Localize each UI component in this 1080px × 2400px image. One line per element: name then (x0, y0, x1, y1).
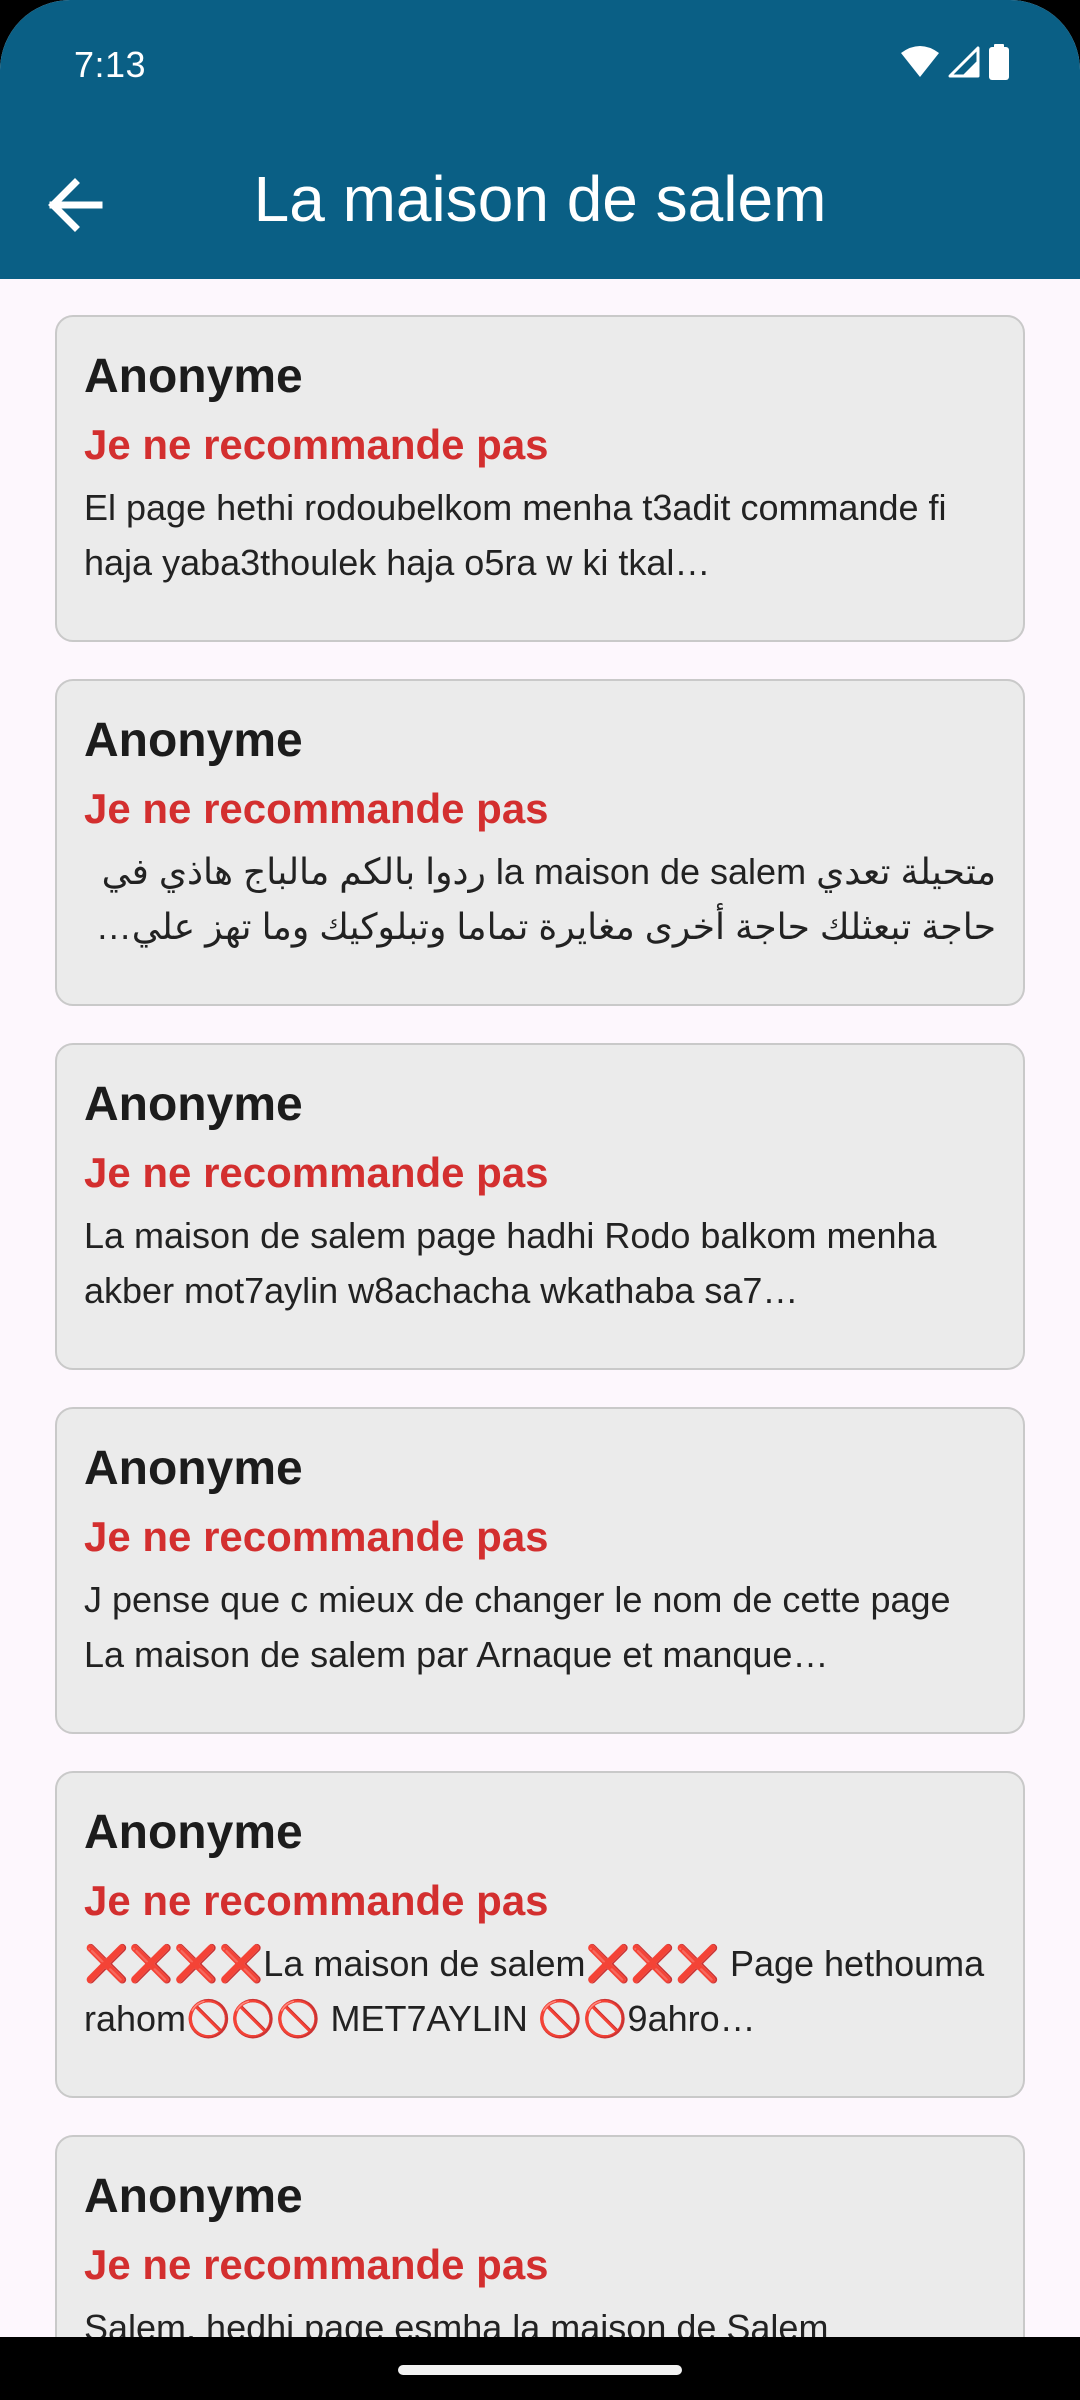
review-text: La maison de salem page hadhi Rodo balko… (84, 1215, 937, 1311)
review-rating-label: Je ne recommande pas (84, 2241, 549, 2288)
navigation-bar (0, 2337, 1080, 2400)
toolbar: La maison de salem (0, 130, 1080, 279)
status-bar: 7:13 (0, 0, 1080, 130)
review-card[interactable]: Anonyme Je ne recommande pas ❌❌❌❌La mais… (55, 1771, 1025, 2098)
review-text: J pense que c mieux de changer le nom de… (84, 1579, 951, 1675)
home-indicator[interactable] (398, 2365, 682, 2375)
review-card[interactable]: Anonyme Je ne recommande pas El page het… (55, 315, 1025, 642)
review-rating-label: Je ne recommande pas (84, 785, 549, 832)
status-time: 7:13 (74, 44, 147, 85)
review-rating-label: Je ne recommande pas (84, 1513, 549, 1560)
review-rating-label: Je ne recommande pas (84, 1877, 549, 1924)
review-rating-label: Je ne recommande pas (84, 421, 549, 468)
review-text: El page hethi rodoubelkom menha t3adit c… (84, 487, 947, 583)
review-author: Anonyme (84, 1806, 303, 1859)
page-title: La maison de salem (253, 163, 827, 235)
screen: 7:13 La maison de salem Anonyme Je ne re… (0, 0, 1080, 2400)
review-author: Anonyme (84, 2170, 303, 2223)
app-bar: 7:13 La maison de salem (0, 0, 1080, 279)
review-list: Anonyme Je ne recommande pas El page het… (55, 315, 1025, 2337)
review-card[interactable]: Anonyme Je ne recommande pas J pense que… (55, 1407, 1025, 1734)
review-author: Anonyme (84, 350, 303, 403)
wifi-icon (900, 46, 940, 78)
review-author: Anonyme (84, 1078, 303, 1131)
review-rating-label: Je ne recommande pas (84, 1149, 549, 1196)
cellular-signal-icon (948, 46, 980, 78)
review-text: Salem, hedhi page esmha la maison de Sal… (84, 2307, 829, 2337)
review-card[interactable]: Anonyme Je ne recommande pas La maison d… (55, 1043, 1025, 1370)
review-author: Anonyme (84, 714, 303, 767)
battery-icon (988, 44, 1010, 80)
review-text: متحيلة تعدي la maison de salem ردوا بالك… (95, 851, 996, 947)
status-icons (900, 44, 1010, 80)
review-text: ❌❌❌❌La maison de salem❌❌❌ Page hethouma … (84, 1943, 985, 2039)
reviews-list-container[interactable]: Anonyme Je ne recommande pas El page het… (0, 279, 1080, 2337)
review-card[interactable]: Anonyme Je ne recommande pas متحيلة تعدي… (55, 679, 1025, 1006)
review-card[interactable]: Anonyme Je ne recommande pas Salem, hedh… (55, 2135, 1025, 2337)
review-author: Anonyme (84, 1442, 303, 1495)
